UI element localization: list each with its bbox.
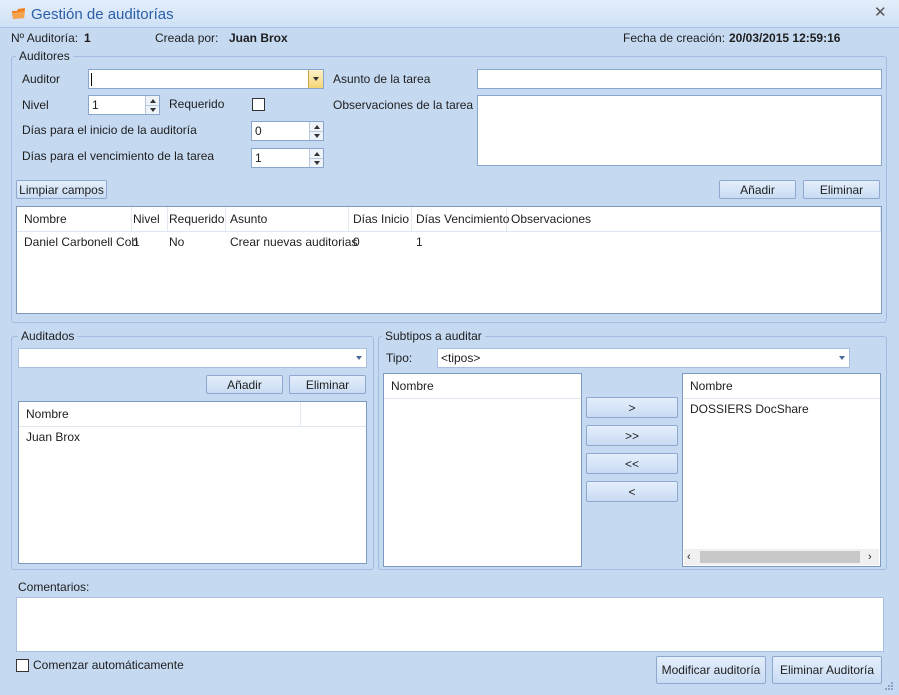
chevron-down-icon[interactable] bbox=[308, 70, 323, 88]
comentarios-textarea[interactable] bbox=[16, 597, 884, 652]
audit-number-value: 1 bbox=[84, 31, 91, 45]
column-header[interactable]: Nombre bbox=[20, 207, 132, 231]
creation-date-value: 20/03/2015 12:59:16 bbox=[729, 31, 841, 45]
column-header[interactable]: Nombre bbox=[686, 374, 881, 398]
horizontal-scrollbar[interactable]: ‹ › bbox=[684, 549, 879, 565]
column-header[interactable]: Nivel bbox=[129, 207, 168, 231]
column-header[interactable]: Días Inicio bbox=[349, 207, 412, 231]
subtipos-available-list: Nombre bbox=[383, 373, 582, 567]
window-title: Gestión de auditorías bbox=[31, 6, 174, 23]
move-all-right-button[interactable]: >> bbox=[586, 425, 678, 446]
resize-grip-icon[interactable] bbox=[884, 681, 894, 691]
list-header: Nombre bbox=[19, 402, 366, 427]
anadir-auditado-button[interactable]: Añadir bbox=[206, 375, 283, 394]
column-header[interactable]: Días Vencimiento bbox=[412, 207, 509, 231]
auto-start-checkbox[interactable] bbox=[16, 659, 29, 672]
table-row[interactable]: Daniel Carbonell Cob 1 No Crear nuevas a… bbox=[17, 233, 881, 251]
column-header[interactable]: Requerido bbox=[165, 207, 226, 231]
list-header: Nombre bbox=[683, 374, 880, 399]
spin-down-icon[interactable] bbox=[310, 158, 323, 167]
dias-inicio-stepper[interactable]: 0 bbox=[251, 121, 324, 141]
auditados-combo[interactable] bbox=[18, 348, 367, 368]
asunto-input[interactable] bbox=[477, 69, 882, 89]
auditados-list: Nombre Juan Brox bbox=[18, 401, 367, 564]
column-header[interactable]: Observaciones bbox=[507, 207, 881, 231]
nivel-stepper[interactable]: 1 bbox=[88, 95, 160, 115]
auditados-group-title: Auditados bbox=[18, 329, 78, 343]
tipo-label: Tipo: bbox=[386, 351, 413, 365]
creation-date-label: Fecha de creación: bbox=[623, 31, 726, 45]
dias-vencimiento-label: Días para el vencimiento de la tarea bbox=[22, 149, 215, 163]
list-item[interactable]: Juan Brox bbox=[19, 428, 366, 446]
move-left-button[interactable]: < bbox=[586, 481, 678, 502]
chevron-down-icon[interactable] bbox=[834, 349, 849, 367]
anadir-auditor-button[interactable]: Añadir bbox=[719, 180, 796, 199]
column-header[interactable]: Nombre bbox=[387, 374, 582, 398]
auditor-combo[interactable] bbox=[88, 69, 324, 89]
close-icon[interactable]: ✕ bbox=[874, 5, 887, 21]
dias-vencimiento-stepper[interactable]: 1 bbox=[251, 148, 324, 168]
spin-up-icon[interactable] bbox=[310, 149, 323, 158]
chevron-right-icon[interactable]: › bbox=[868, 550, 872, 564]
modificar-auditoria-button[interactable]: Modificar auditoría bbox=[656, 656, 766, 684]
folder-icon bbox=[12, 8, 25, 19]
dias-vencimiento-value[interactable]: 1 bbox=[252, 149, 309, 167]
scrollbar-thumb[interactable] bbox=[700, 551, 860, 563]
subtipos-group-title: Subtipos a auditar bbox=[382, 329, 485, 343]
column-header[interactable]: Nombre bbox=[22, 402, 301, 426]
spin-down-icon[interactable] bbox=[146, 105, 159, 114]
asunto-label: Asunto de la tarea bbox=[333, 72, 431, 86]
auditores-group-title: Auditores bbox=[16, 49, 73, 63]
limpiar-campos-button[interactable]: Limpiar campos bbox=[16, 180, 107, 199]
tipo-combo[interactable]: <tipos> bbox=[437, 348, 850, 368]
subtipos-selected-list: Nombre DOSSIERS DocShare ‹ › bbox=[682, 373, 881, 567]
table-header: Nombre Nivel Requerido Asunto Días Inici… bbox=[17, 207, 881, 232]
observaciones-textarea[interactable] bbox=[477, 95, 882, 166]
list-item[interactable]: DOSSIERS DocShare bbox=[683, 400, 880, 418]
nivel-label: Nivel bbox=[22, 98, 49, 112]
eliminar-auditor-button[interactable]: Eliminar bbox=[803, 180, 880, 199]
nivel-value[interactable]: 1 bbox=[89, 96, 145, 114]
auto-start-label: Comenzar automáticamente bbox=[33, 658, 184, 672]
chevron-left-icon[interactable]: ‹ bbox=[687, 550, 691, 564]
observaciones-label: Observaciones de la tarea bbox=[333, 98, 474, 112]
spin-up-icon[interactable] bbox=[310, 122, 323, 131]
created-by-label: Creada por: bbox=[155, 31, 219, 45]
auditores-table: Nombre Nivel Requerido Asunto Días Inici… bbox=[16, 206, 882, 314]
chevron-down-icon[interactable] bbox=[351, 349, 366, 367]
auditor-label: Auditor bbox=[22, 72, 61, 86]
spin-down-icon[interactable] bbox=[310, 131, 323, 140]
eliminar-auditoria-button[interactable]: Eliminar Auditoría bbox=[772, 656, 882, 684]
column-header[interactable]: Asunto bbox=[226, 207, 349, 231]
created-by-value: Juan Brox bbox=[229, 31, 288, 45]
requerido-label: Requerido bbox=[169, 97, 225, 111]
eliminar-auditado-button[interactable]: Eliminar bbox=[289, 375, 366, 394]
move-right-button[interactable]: > bbox=[586, 397, 678, 418]
dias-inicio-value[interactable]: 0 bbox=[252, 122, 309, 140]
move-all-left-button[interactable]: << bbox=[586, 453, 678, 474]
audit-number-label: Nº Auditoría: bbox=[11, 31, 79, 45]
requerido-checkbox[interactable] bbox=[252, 98, 265, 111]
comentarios-label: Comentarios: bbox=[18, 580, 90, 594]
list-header: Nombre bbox=[384, 374, 581, 399]
spin-up-icon[interactable] bbox=[146, 96, 159, 105]
dias-inicio-label: Días para el inicio de la auditoría bbox=[22, 123, 197, 137]
